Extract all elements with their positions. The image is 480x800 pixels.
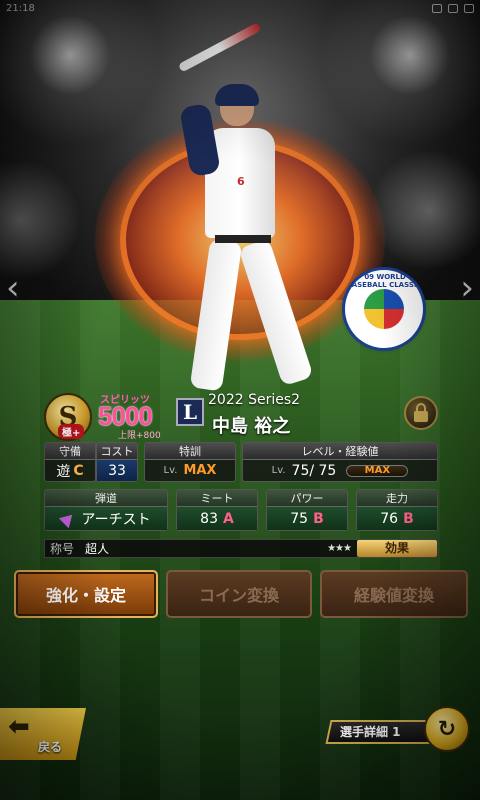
power-panel: パワー 75 B (266, 489, 348, 531)
battery-icon (464, 3, 474, 13)
meet-value-cell: 83 A (177, 507, 257, 530)
enhance-settings-button[interactable]: 強化・設定 (14, 570, 158, 618)
level-value: 75/ 75 (291, 462, 337, 479)
position-panel: 守備 遊 C (44, 442, 96, 482)
title-value: 超人 (85, 542, 110, 556)
meet-panel: ミート 83 A (176, 489, 258, 531)
position-value-cell: 遊 C (45, 460, 95, 481)
effect-button[interactable]: 効果 (357, 540, 437, 557)
speed-value-cell: 76 B (357, 507, 437, 530)
meet-grade: A (222, 510, 234, 527)
cost-value: 33 (97, 460, 137, 481)
wbc-logo-text: '09 WORLD BASEBALL CLASSIC (346, 273, 422, 289)
player-leg-left (189, 238, 243, 392)
trajectory-label: 弾道 (45, 490, 167, 507)
notification-icon (432, 3, 442, 13)
power-label: パワー (267, 490, 347, 507)
special-training-label: 特訓 (145, 443, 235, 460)
player-name: 中島 裕之 (212, 416, 291, 437)
power-value-cell: 75 B (267, 507, 347, 530)
wbc-globe-icon (364, 289, 404, 329)
title-stars: ★★★ (327, 543, 352, 554)
coin-convert-button[interactable]: コイン変換 (166, 570, 312, 618)
refresh-cycle-icon[interactable]: ↻ (424, 706, 470, 752)
meet-value: 83 (200, 510, 218, 527)
level-value-cell: Lv. 75/ 75 MAX (243, 460, 437, 481)
wbc-logo: '09 WORLD BASEBALL CLASSIC (345, 270, 423, 348)
speed-label: 走力 (357, 490, 437, 507)
cost-label: コスト (97, 443, 137, 460)
special-training-value-cell: Lv. MAX (145, 460, 235, 481)
level-lv-label: Lv. (271, 465, 286, 476)
trajectory-arrow-icon (59, 509, 78, 528)
position-label: 守備 (45, 443, 95, 460)
trajectory-value: アーチスト (81, 511, 151, 528)
prev-player-arrow-icon[interactable]: ‹ (6, 268, 20, 308)
next-player-arrow-icon[interactable]: › (460, 268, 474, 308)
special-lv-label: Lv. (163, 465, 178, 476)
player-leg-right (238, 238, 314, 387)
exp-bar: MAX (346, 464, 409, 477)
title-key: 称号 (50, 542, 75, 556)
trajectory-value-cell: アーチスト (45, 507, 167, 530)
level-panel: レベル・経験値 Lv. 75/ 75 MAX (242, 442, 438, 482)
player-series: 2022 Series2 (208, 392, 301, 408)
player-image: 6 (165, 70, 350, 400)
position-grade: C (73, 462, 84, 479)
speed-grade: B (403, 510, 414, 527)
player-arm (179, 102, 221, 178)
wifi-icon (448, 3, 458, 13)
rank-sub-label: 極+ (58, 424, 85, 439)
player-helmet (215, 84, 259, 106)
lock-icon (414, 402, 428, 422)
power-grade: B (313, 510, 324, 527)
special-training-panel: 特訓 Lv. MAX (144, 442, 236, 482)
trajectory-panel: 弾道 アーチスト (44, 489, 168, 531)
player-detail-button[interactable]: 選手詳細 1 (325, 720, 435, 744)
player-detail-label: 選手詳細 1 (340, 725, 401, 739)
player-belt (215, 235, 271, 243)
status-bar: 21:18 (0, 0, 480, 16)
uniform-number: 6 (237, 175, 245, 188)
power-value: 75 (290, 510, 309, 527)
meet-label: ミート (177, 490, 257, 507)
status-time: 21:18 (6, 2, 35, 14)
back-label: 戻る (38, 740, 63, 754)
cost-panel: コスト 33 (96, 442, 138, 482)
back-arrow-icon: ⬅ (8, 712, 30, 742)
team-logo-icon: L (176, 398, 204, 426)
special-training-value: MAX (183, 463, 217, 478)
status-icons (432, 3, 474, 13)
level-label: レベル・経験値 (243, 443, 437, 460)
exp-convert-button[interactable]: 経験値変換 (320, 570, 468, 618)
position-value: 遊 (56, 463, 71, 480)
speed-value: 76 (380, 510, 399, 527)
spirits-cap: 上限+800 (118, 431, 161, 441)
speed-panel: 走力 76 B (356, 489, 438, 531)
lock-button[interactable] (404, 396, 438, 430)
title-row: 称号 超人 ★★★ 効果 (44, 539, 438, 558)
